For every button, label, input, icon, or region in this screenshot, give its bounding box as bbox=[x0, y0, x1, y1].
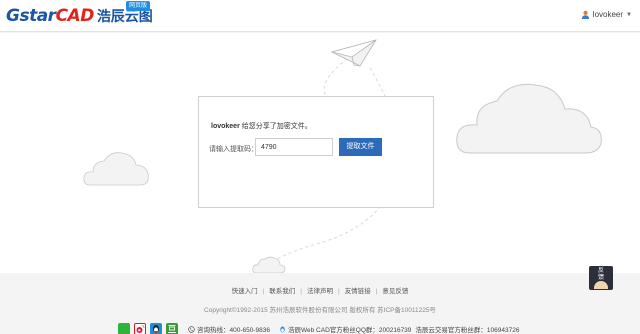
user-menu[interactable]: lovokeer ▼ bbox=[581, 10, 632, 19]
contact-row: 咨询热线：400-650-9836 浩辰Web CAD官方粉丝QQ群：20021… bbox=[118, 323, 519, 334]
share-text: 给您分享了加密文件。 bbox=[239, 123, 312, 130]
main-area: lovokeer 给您分享了加密文件。 请输入提取码： 提取文件 bbox=[0, 33, 640, 274]
logo-gstar-text: Gstar bbox=[6, 6, 56, 26]
share-username: lovokeer bbox=[211, 123, 240, 130]
divider: | bbox=[375, 288, 378, 295]
wechat-icon[interactable] bbox=[118, 323, 130, 334]
feedback-avatar-icon bbox=[594, 281, 608, 289]
paper-plane-icon bbox=[330, 39, 377, 67]
extract-file-card: lovokeer 给您分享了加密文件。 请输入提取码： 提取文件 bbox=[198, 96, 434, 208]
feedback-label: 反馈 bbox=[597, 268, 604, 281]
footer-link-feedback[interactable]: 意见反馈 bbox=[382, 288, 408, 295]
divider: | bbox=[262, 288, 265, 295]
phone-icon bbox=[188, 325, 195, 333]
cloud-large-icon bbox=[456, 83, 602, 154]
logo-cad-text: CAD bbox=[55, 6, 95, 26]
extract-code-label: 请输入提取码： bbox=[209, 146, 258, 153]
divider: | bbox=[338, 288, 340, 295]
hotline-item: 咨询热线：400-650-9836 bbox=[188, 324, 270, 334]
username-label: lovokeer bbox=[592, 10, 624, 19]
qq-group-item: 浩辰Web CAD官方粉丝QQ群：200216739 浩辰云交易官方粉丝群：10… bbox=[279, 324, 519, 334]
hotline-text: 咨询热线：400-650-9836 bbox=[197, 327, 270, 334]
douban-glyph-icon bbox=[168, 325, 176, 333]
qq-icon[interactable] bbox=[150, 323, 162, 334]
qq-penguin-icon bbox=[153, 325, 159, 333]
chevron-down-icon: ▼ bbox=[626, 11, 632, 18]
qq-group2-text: 浩辰云交易官方粉丝群：106943726 bbox=[415, 327, 520, 334]
cloud-small-icon bbox=[252, 256, 286, 274]
share-message: lovokeer 给您分享了加密文件。 bbox=[211, 121, 312, 131]
user-avatar-icon bbox=[581, 10, 589, 19]
feedback-float-button[interactable]: 反馈 bbox=[589, 266, 613, 290]
copyright-text: Copyright©1992-2015 苏州浩辰软件股份有限公司 版权所有 苏I… bbox=[204, 307, 436, 314]
qq-small-icon bbox=[280, 326, 285, 332]
footer: 快速入门 | 联系我们 | 法律声明 | 友情链接 | 意见反馈 Copyright©1992-… bbox=[0, 273, 640, 334]
douban-icon[interactable] bbox=[166, 323, 178, 334]
extract-code-input[interactable] bbox=[255, 138, 333, 156]
footer-link-friends[interactable]: 友情链接 bbox=[345, 288, 371, 295]
footer-link-quickstart[interactable]: 快速入门 bbox=[232, 288, 258, 295]
divider: | bbox=[300, 288, 302, 295]
weibo-glyph-icon bbox=[136, 325, 145, 333]
top-header: Gstar CAD 浩辰云图 网页版 lovokeer ▼ bbox=[0, 0, 640, 32]
footer-link-contact[interactable]: 联系我们 bbox=[269, 288, 295, 295]
web-version-badge: 网页版 bbox=[126, 1, 151, 11]
extract-file-button[interactable]: 提取文件 bbox=[339, 138, 382, 156]
footer-links: 快速入门 | 联系我们 | 法律声明 | 友情链接 | 意见反馈 bbox=[0, 285, 640, 295]
cloud-left-icon bbox=[83, 152, 149, 186]
qq-group-text: 浩辰Web CAD官方粉丝QQ群：200216739 bbox=[287, 327, 412, 334]
footer-link-legal[interactable]: 法律声明 bbox=[307, 288, 333, 295]
weibo-icon[interactable] bbox=[134, 323, 146, 334]
